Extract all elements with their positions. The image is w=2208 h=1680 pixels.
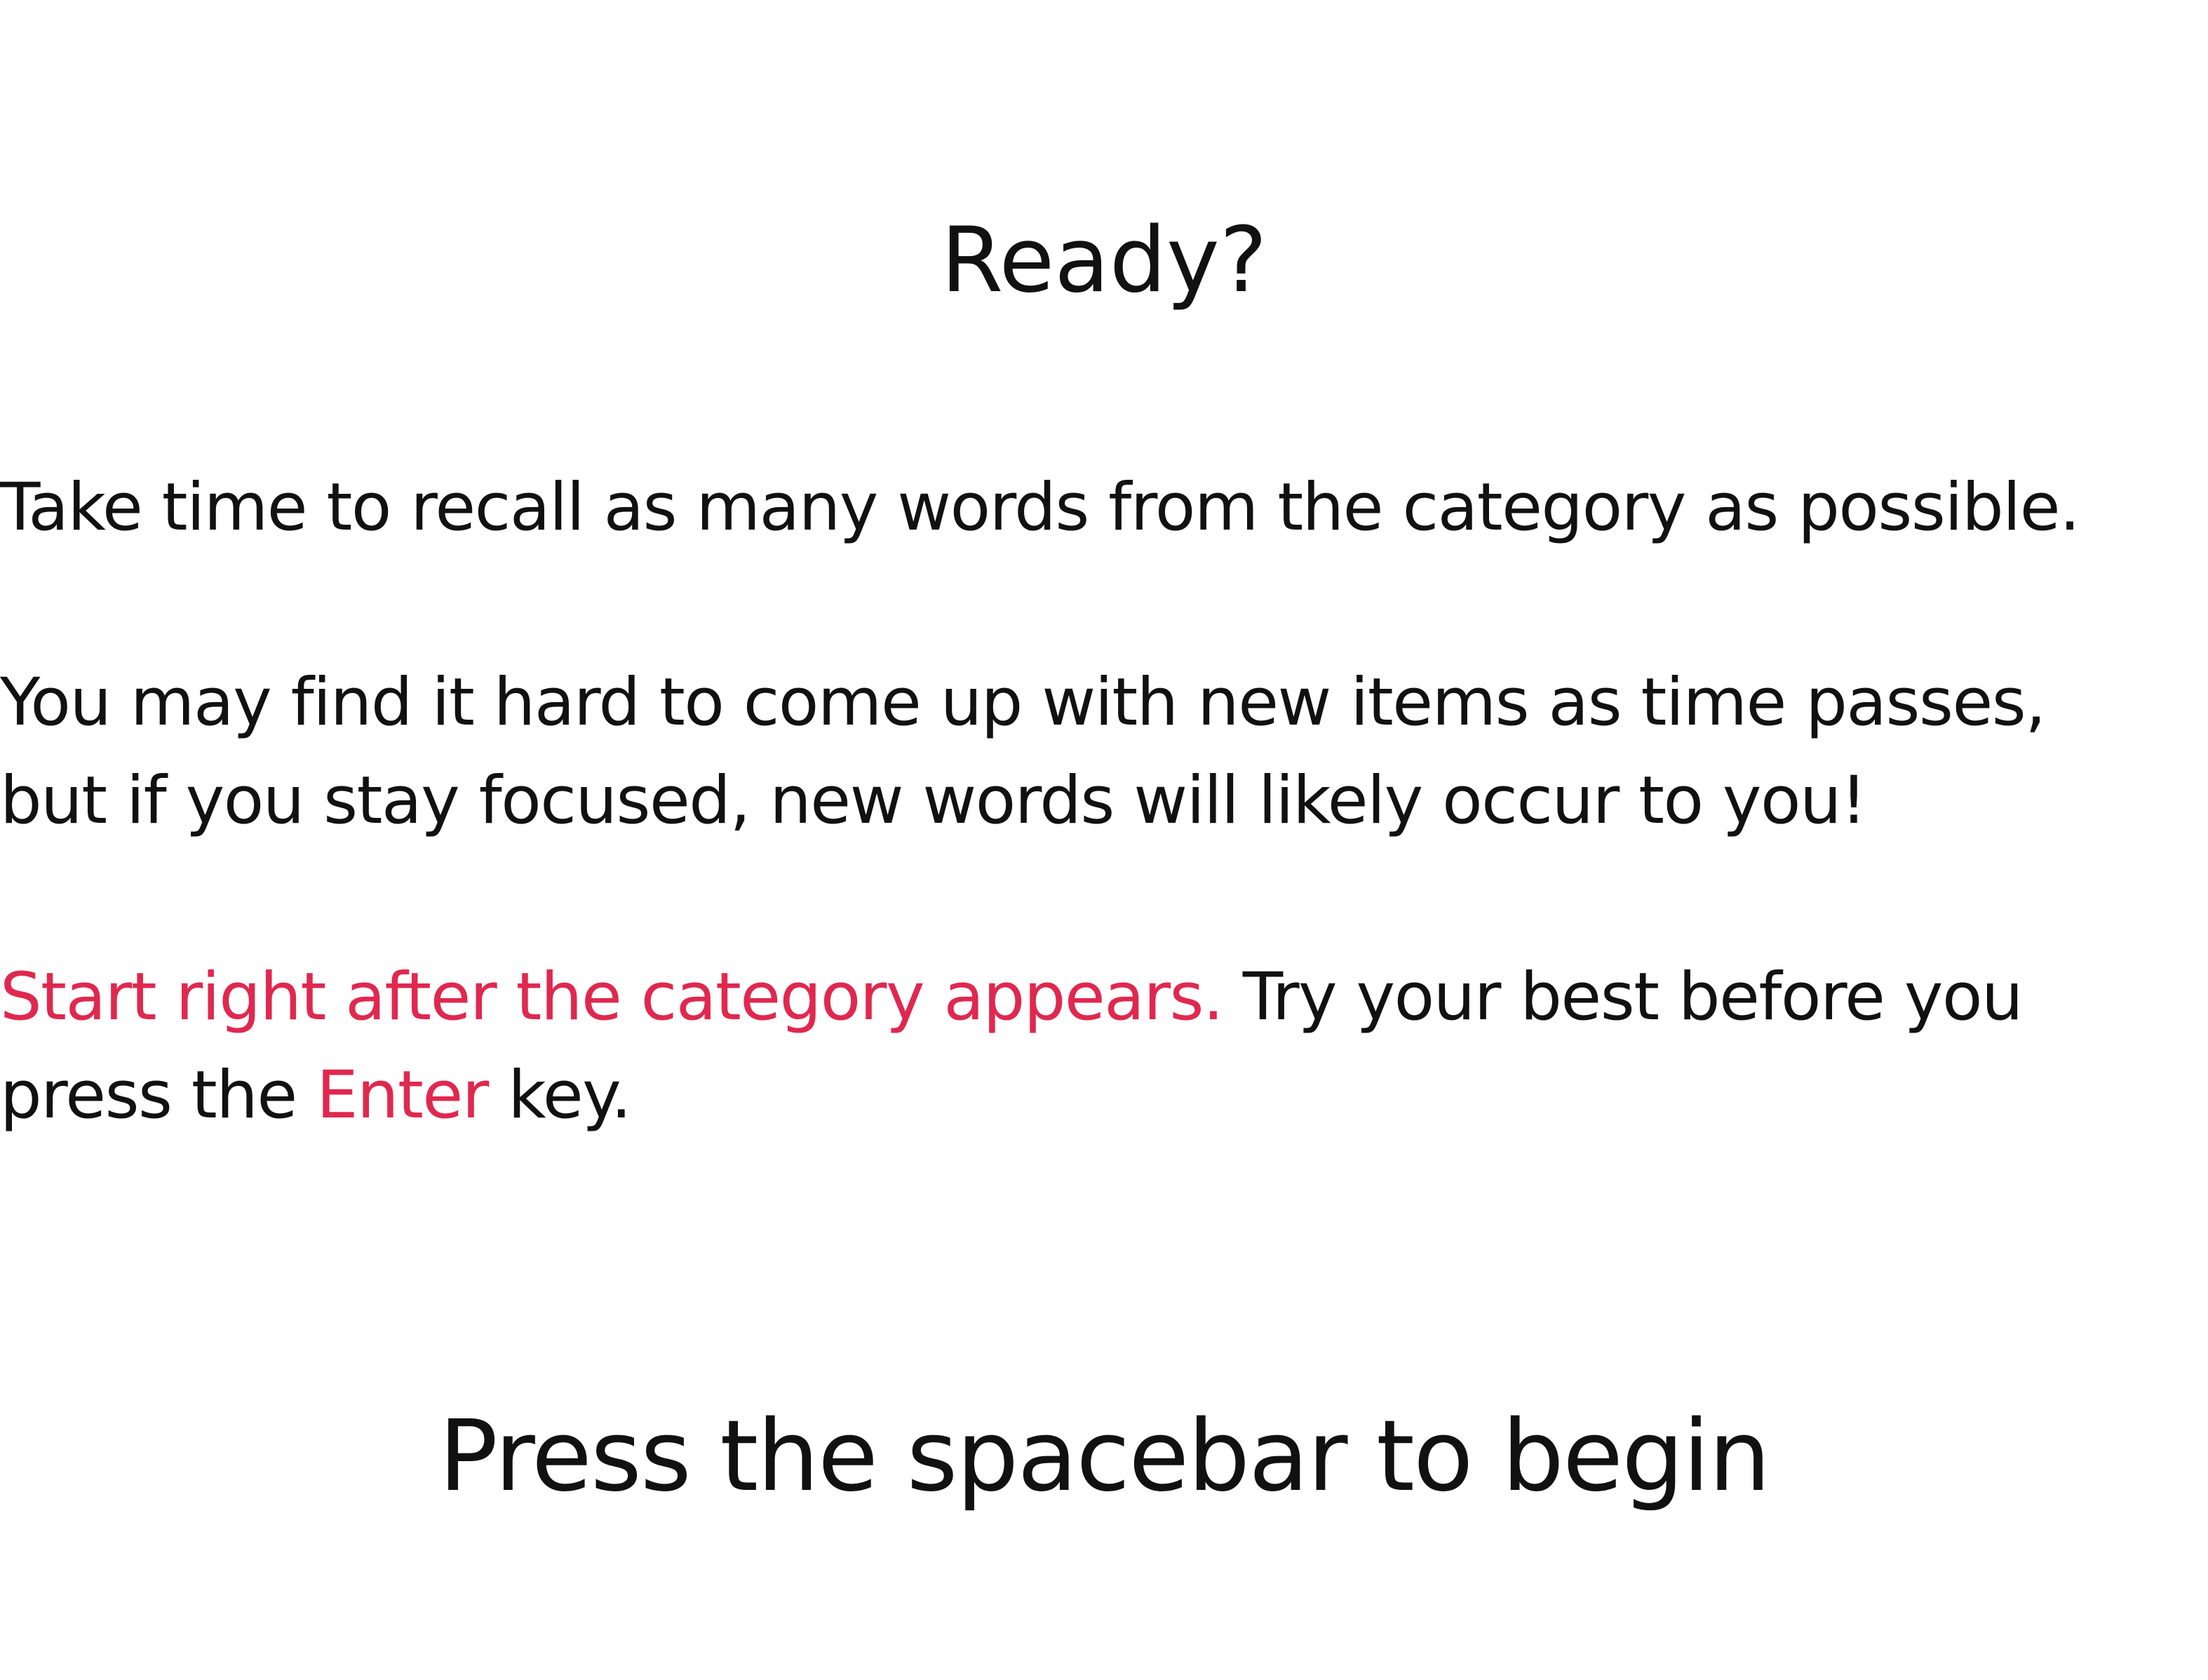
spacebar-prompt: Press the spacebar to begin: [438, 1399, 1770, 1514]
instruction-screen: Ready? Take time to recall as many words…: [0, 0, 2208, 1680]
try-best-text: Try your best before you: [1223, 959, 2024, 1035]
key-suffix-text: key.: [487, 1057, 632, 1134]
start-highlight-text: Start right after the category appears.: [0, 959, 1224, 1035]
instruction-start-line-1: Start right after the category appears. …: [0, 948, 2024, 1047]
instruction-focus: You may find it hard to come up with new…: [0, 654, 2046, 850]
instruction-focus-line-1: You may find it hard to come up with new…: [0, 664, 2046, 741]
page-title: Ready?: [941, 208, 1267, 313]
press-the-text: press the: [0, 1057, 317, 1134]
instruction-recall-text: Take time to recall as many words from t…: [0, 469, 2080, 546]
instruction-start: Start right after the category appears. …: [0, 948, 2024, 1145]
instruction-focus-line-2: but if you stay focused, new words will …: [0, 762, 1867, 839]
instruction-start-line-2: press the Enter key.: [0, 1047, 2022, 1145]
enter-key-label: Enter: [316, 1057, 489, 1134]
instruction-recall: Take time to recall as many words from t…: [0, 459, 2080, 557]
